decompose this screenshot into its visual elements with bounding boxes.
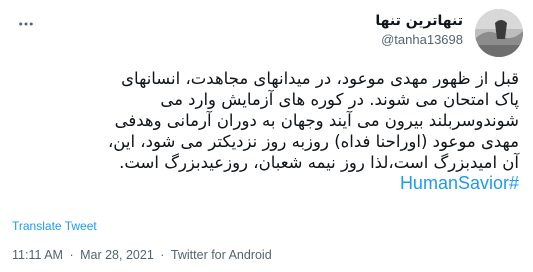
tweet-metadata: 11:11 AM · Mar 28, 2021 · Twitter for An… <box>12 248 272 262</box>
tweet-text-line: قبل از ظهور مهدی موعود، در میدانهای مجاه… <box>121 69 519 88</box>
avatar[interactable] <box>475 9 523 57</box>
translate-tweet-link[interactable]: Translate Tweet <box>12 219 97 233</box>
tweet-source[interactable]: Twitter for Android <box>171 248 272 262</box>
tweet-text-line: مهدی موعود (اوراحنا فداه) روزبه روز نزدی… <box>107 132 519 151</box>
more-horizontal-icon <box>19 22 33 26</box>
more-options-button[interactable] <box>14 14 38 34</box>
tweet-card: تنهاترین تنها @tanha13698 قبل از ظهور مه… <box>0 0 533 272</box>
tweet-time[interactable]: 11:11 AM <box>12 248 63 262</box>
author-info[interactable]: تنهاترین تنها @tanha13698 <box>375 12 463 49</box>
hashtag-line: #HumanSavior <box>9 173 519 194</box>
tweet-text-line: آن امیدبزرگ است،لذا روز نیمه شعبان، روزع… <box>119 153 519 172</box>
hashtag-link[interactable]: #HumanSavior <box>400 173 519 193</box>
tweet-text-line: شوندوسربلند بیرون می آیند وجهان به دوران… <box>114 111 519 130</box>
tweet-text: قبل از ظهور مهدی موعود، در میدانهای مجاه… <box>9 68 519 194</box>
meta-separator: · <box>69 248 74 262</box>
meta-separator: · <box>160 248 165 262</box>
author-display-name[interactable]: تنهاترین تنها <box>375 12 463 30</box>
tweet-date[interactable]: Mar 28, 2021 <box>80 248 154 262</box>
author-handle[interactable]: @tanha13698 <box>375 31 463 49</box>
avatar-image <box>475 9 523 57</box>
tweet-text-line: پاک امتحان می شوند. در کوره های آزمایش و… <box>160 90 519 109</box>
